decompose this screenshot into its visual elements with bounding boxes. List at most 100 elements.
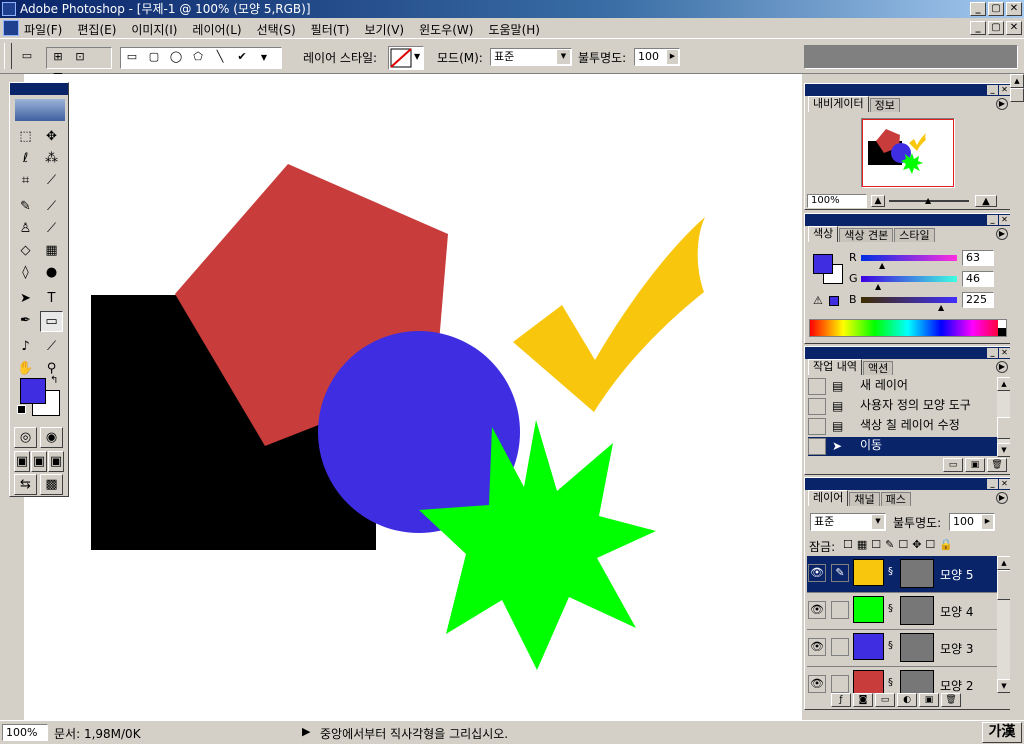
tab-channels[interactable]: 채널 bbox=[849, 492, 880, 506]
navigator-zoom-thumb[interactable]: ▲ bbox=[925, 196, 931, 205]
history-item-selected[interactable]: ➤ 이동 bbox=[808, 437, 998, 456]
new-layer-icon[interactable]: ▣ bbox=[919, 693, 939, 707]
r-value-field[interactable]: 63 bbox=[962, 250, 994, 266]
new-snapshot-icon[interactable]: ▣ bbox=[965, 458, 985, 472]
slice-tool-icon[interactable]: ⟋ bbox=[40, 171, 63, 192]
marquee-tool-icon[interactable]: ⬚ bbox=[14, 127, 37, 148]
history-minimize-button[interactable]: _ bbox=[987, 348, 998, 358]
tab-actions[interactable]: 액션 bbox=[862, 361, 894, 375]
layer-visibility-eye-icon[interactable]: 👁 bbox=[808, 675, 826, 693]
brush-tool-icon[interactable]: ⟋ bbox=[40, 197, 63, 218]
healing-brush-tool-icon[interactable]: ✎ bbox=[14, 197, 37, 218]
document-icon[interactable] bbox=[3, 20, 19, 36]
out-of-gamut-warning-icon[interactable]: ⚠ bbox=[813, 294, 823, 307]
new-adjustment-layer-icon[interactable]: ◐ bbox=[897, 693, 917, 707]
line-tool-icon[interactable]: ╲ bbox=[209, 48, 231, 68]
doc-minimize-button[interactable]: _ bbox=[970, 21, 986, 35]
history-snapshot-checkbox[interactable] bbox=[808, 418, 826, 435]
g-value-field[interactable]: 46 bbox=[962, 271, 994, 287]
new-layer-set-icon[interactable]: ▭ bbox=[875, 693, 895, 707]
document-vertical-scrollbar[interactable]: ▲ bbox=[1010, 74, 1024, 720]
color-ramp-white[interactable] bbox=[998, 320, 1006, 328]
options-grip[interactable] bbox=[4, 43, 12, 69]
gamut-color-swatch[interactable] bbox=[829, 296, 839, 306]
navigator-zoom-field[interactable]: 100% bbox=[807, 194, 867, 208]
history-close-button[interactable]: ✕ bbox=[999, 348, 1010, 358]
pen-tool-icon[interactable]: ✒ bbox=[14, 311, 37, 332]
gradient-tool-icon[interactable]: ▦ bbox=[40, 241, 63, 262]
menu-edit[interactable]: 편집(E) bbox=[77, 21, 116, 38]
path-selection-tool-icon[interactable]: ➤ bbox=[14, 289, 37, 310]
blend-mode-select[interactable]: 표준 ▼ bbox=[810, 513, 886, 531]
palette-well[interactable] bbox=[804, 45, 1018, 69]
navigator-close-button[interactable]: ✕ bbox=[999, 85, 1010, 95]
photoshop-app-icon[interactable] bbox=[2, 2, 16, 16]
layer-fill-thumbnail[interactable] bbox=[853, 633, 884, 660]
history-snapshot-checkbox[interactable] bbox=[808, 438, 826, 455]
layer-link-icon[interactable]: § bbox=[888, 603, 893, 614]
history-scroll-thumb[interactable] bbox=[997, 417, 1011, 439]
jump-to-imageready-icon[interactable]: ⇆ bbox=[14, 474, 37, 495]
menu-help[interactable]: 도움말(H) bbox=[488, 21, 540, 38]
status-zoom-field[interactable]: 100% bbox=[2, 724, 48, 741]
history-menu-icon[interactable]: ▶ bbox=[996, 361, 1008, 373]
tab-navigator[interactable]: 내비게이터 bbox=[808, 96, 869, 112]
type-tool-icon[interactable]: T bbox=[40, 289, 63, 310]
screen-mode-full-icon[interactable]: ▣ bbox=[48, 451, 64, 472]
zoom-out-icon[interactable]: ▲ bbox=[871, 195, 885, 207]
layer-link-box[interactable] bbox=[831, 675, 849, 693]
custom-shape-tool-icon[interactable]: ✔ bbox=[231, 48, 253, 68]
layer-vector-mask-thumbnail[interactable] bbox=[900, 559, 934, 588]
layer-fill-thumbnail[interactable] bbox=[853, 670, 884, 693]
clone-stamp-tool-icon[interactable]: ♙ bbox=[14, 219, 37, 240]
yellow-check-shape[interactable] bbox=[513, 217, 705, 412]
zoom-in-icon[interactable]: ▲ bbox=[975, 195, 997, 207]
layer-visibility-eye-icon[interactable]: 👁 bbox=[808, 638, 826, 656]
shape-dropdown-icon[interactable]: ▼ bbox=[253, 49, 275, 69]
close-button[interactable]: ✕ bbox=[1006, 2, 1022, 16]
color-foreground-swatch[interactable] bbox=[813, 254, 833, 274]
layers-menu-icon[interactable]: ▶ bbox=[996, 492, 1008, 504]
jump-to-imageready-secondary-icon[interactable]: ▩ bbox=[40, 474, 63, 495]
layers-scroll-down-icon[interactable]: ▼ bbox=[997, 679, 1011, 693]
menu-select[interactable]: 선택(S) bbox=[257, 21, 296, 38]
layers-scrollbar[interactable]: ▲ ▼ bbox=[997, 556, 1011, 693]
quick-mask-mode-icon[interactable]: ◉ bbox=[40, 427, 63, 448]
menu-file[interactable]: 파일(F) bbox=[24, 21, 62, 38]
menu-view[interactable]: 보기(V) bbox=[364, 21, 404, 38]
layer-opacity-field[interactable]: 100 ▶ bbox=[949, 513, 995, 531]
menu-window[interactable]: 윈도우(W) bbox=[419, 21, 473, 38]
lock-options-icon[interactable]: ☐▦☐✎☐✥☐🔒 bbox=[843, 538, 957, 551]
hand-tool-icon[interactable]: ✋ bbox=[14, 359, 37, 380]
tab-color[interactable]: 색상 bbox=[808, 226, 839, 242]
rectangle-tool-icon[interactable]: ▭ bbox=[121, 48, 143, 68]
layer-vector-mask-thumbnail[interactable] bbox=[900, 633, 934, 662]
tab-styles[interactable]: 스타일 bbox=[894, 228, 935, 242]
tab-info[interactable]: 정보 bbox=[869, 98, 900, 112]
color-title-bar[interactable]: _ ✕ bbox=[805, 214, 1011, 226]
move-tool-icon[interactable]: ✥ bbox=[40, 127, 63, 148]
navigator-menu-icon[interactable]: ▶ bbox=[996, 98, 1008, 110]
layer-visibility-eye-icon[interactable]: 👁 bbox=[808, 601, 826, 619]
layer-link-box[interactable] bbox=[831, 601, 849, 619]
navigator-title-bar[interactable]: _ ✕ bbox=[805, 84, 1011, 96]
history-item[interactable]: ▤ 색상 칠 레이어 수정 bbox=[808, 417, 998, 436]
paths-icon[interactable]: ⊡ bbox=[69, 48, 91, 68]
maximize-button[interactable]: ▢ bbox=[988, 2, 1004, 16]
history-title-bar[interactable]: _ ✕ bbox=[805, 347, 1011, 359]
polygon-tool-icon[interactable]: ⬠ bbox=[187, 48, 209, 68]
rounded-rectangle-tool-icon[interactable]: ▢ bbox=[143, 48, 165, 68]
color-ramp-black[interactable] bbox=[998, 328, 1006, 336]
foreground-color-swatch[interactable] bbox=[20, 378, 46, 404]
crop-tool-icon[interactable]: ⌗ bbox=[14, 171, 37, 192]
layer-row[interactable]: 👁 § 모양 2 bbox=[807, 667, 999, 693]
color-minimize-button[interactable]: _ bbox=[987, 215, 998, 225]
tab-swatches[interactable]: 색상 견본 bbox=[839, 228, 894, 242]
layer-link-icon[interactable]: § bbox=[888, 640, 893, 651]
add-layer-style-icon[interactable]: ƒ bbox=[831, 693, 851, 707]
eyedropper-tool-icon[interactable]: ⟋ bbox=[40, 337, 63, 358]
history-item[interactable]: ▤ 새 레이어 bbox=[808, 377, 998, 396]
menu-layer[interactable]: 레이어(L) bbox=[192, 21, 241, 38]
rectangle-shape-tool-icon[interactable]: ▭ bbox=[40, 311, 63, 332]
document-canvas[interactable] bbox=[24, 74, 802, 720]
